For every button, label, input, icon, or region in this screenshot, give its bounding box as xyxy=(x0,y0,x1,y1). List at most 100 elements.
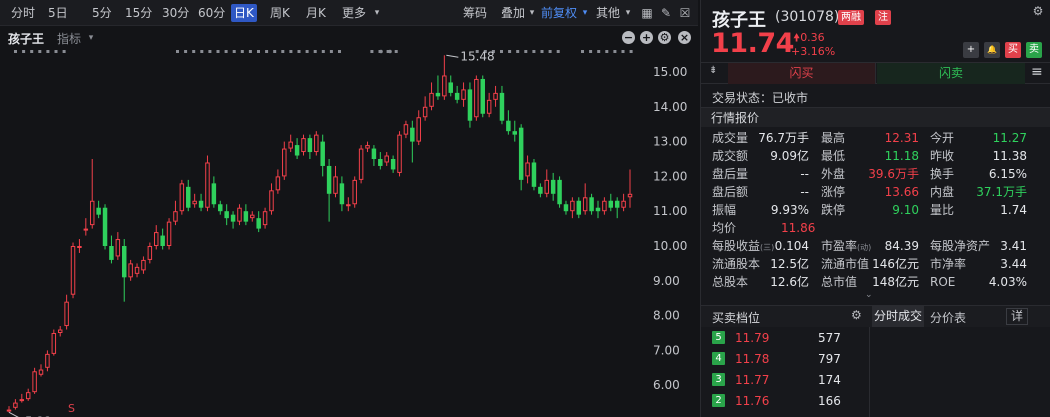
tab-time-trades[interactable]: 分时成交 xyxy=(872,306,924,327)
flash-buy-button[interactable]: 闪买 xyxy=(728,63,876,84)
candle-body-up xyxy=(442,75,447,97)
price-axis-label: 12.00 xyxy=(653,169,687,183)
zoom-in-icon[interactable]: + xyxy=(640,31,653,44)
event-dot xyxy=(257,50,260,53)
grid-icon[interactable]: ▦ xyxy=(640,6,654,20)
chevron-down-icon[interactable]: ▾ xyxy=(370,6,384,20)
candle-body-down xyxy=(307,138,313,153)
candle-body-up xyxy=(544,179,550,194)
candle-body-down xyxy=(448,82,453,93)
period-monthly-k[interactable]: 月K xyxy=(303,4,329,22)
bid-row[interactable]: 4 11.78 797 xyxy=(701,349,869,370)
alert-bell-button[interactable]: 🔔 xyxy=(984,42,1000,58)
candle-body-down xyxy=(218,204,223,212)
low-marker-line xyxy=(8,411,19,417)
overlay-button[interactable]: 叠加 xyxy=(498,4,528,22)
event-dot xyxy=(240,50,244,53)
bid-row[interactable]: 5 11.79 577 xyxy=(701,328,869,349)
expand-chevron-icon[interactable]: ⌄ xyxy=(865,290,873,300)
fundamental-note: (动) xyxy=(857,243,872,252)
indicator-dropdown[interactable]: 指标 xyxy=(57,30,81,47)
event-dot xyxy=(265,50,269,53)
quote-label: 最高 xyxy=(821,131,846,145)
bid-row[interactable]: 3 11.77 174 xyxy=(701,370,869,391)
fundamental-value: 0.104 xyxy=(774,239,809,253)
quote-value: 1.74 xyxy=(1000,203,1027,217)
period-5min[interactable]: 5分 xyxy=(89,4,115,22)
candle-body-down xyxy=(550,179,556,194)
add-watchlist-button[interactable]: + xyxy=(963,42,979,58)
period-daily-k[interactable]: 日K xyxy=(231,4,257,22)
price-axis-label: 9.00 xyxy=(653,274,680,288)
fundamental-value: 12.5亿 xyxy=(770,257,809,271)
event-dot xyxy=(46,50,50,53)
candle-body-up xyxy=(403,124,409,135)
sell-button[interactable]: 卖 xyxy=(1026,42,1042,58)
close-chart-icon[interactable]: × xyxy=(678,31,691,44)
period-30min[interactable]: 30分 xyxy=(159,4,192,22)
candle-body-down xyxy=(102,207,108,246)
period-5day[interactable]: 5日 xyxy=(45,4,71,22)
bid-row[interactable]: 2 11.76 166 xyxy=(701,391,869,412)
candlestick-chart[interactable]: 15.00 14.00 13.00 12.00 11.00 10.00 9.00 8.00 7.… xyxy=(0,46,698,417)
candle-body-down xyxy=(608,200,614,208)
candle-body-down xyxy=(211,183,217,205)
candle-body-up xyxy=(627,193,633,198)
collapse-icon[interactable]: ⇟ xyxy=(709,65,717,76)
bid-volume: 797 xyxy=(818,352,841,366)
chevron-down-icon[interactable]: ▾ xyxy=(621,6,635,20)
other-button[interactable]: 其他 xyxy=(593,4,623,22)
candle-body-down xyxy=(454,92,460,100)
candle-body-up xyxy=(602,200,607,212)
quote-title-label: 行情报价 xyxy=(711,111,760,125)
close-icon[interactable]: ☒ xyxy=(678,6,692,20)
candle-body-up xyxy=(365,145,370,149)
candle-body-down xyxy=(371,148,377,159)
period-more[interactable]: 更多 xyxy=(339,4,369,22)
event-dot xyxy=(313,50,317,53)
candle-body-down xyxy=(563,204,569,212)
candle-body-up xyxy=(525,162,530,177)
event-dot xyxy=(232,50,236,53)
candle-body-up xyxy=(6,409,12,412)
orderbook-title: 买卖档位 xyxy=(712,311,761,325)
gear-icon[interactable]: ⚙ xyxy=(1031,4,1045,18)
menu-icon[interactable]: ≡ xyxy=(1031,64,1043,80)
bid-price: 11.79 xyxy=(735,331,770,345)
price-axis-label: 13.00 xyxy=(653,135,687,149)
bid-volume: 577 xyxy=(818,331,841,345)
fundamental-note: (三) xyxy=(760,243,775,252)
gear-icon[interactable]: ⚙ xyxy=(851,308,862,322)
margin-tag[interactable]: 两融 xyxy=(838,10,864,25)
candle-body-down xyxy=(160,235,165,246)
zoom-out-icon[interactable]: − xyxy=(622,31,635,44)
candle-body-down xyxy=(518,127,524,180)
event-dot xyxy=(338,50,341,53)
chevron-down-icon[interactable]: ▾ xyxy=(578,6,592,20)
candle-body-up xyxy=(38,369,44,375)
fundamental-label: 市盈率(动) xyxy=(821,238,871,255)
flash-sell-button[interactable]: 闪卖 xyxy=(877,63,1025,84)
chevron-down-icon[interactable]: ▾ xyxy=(84,31,98,45)
price-axis-label: 7.00 xyxy=(653,343,680,357)
quote-value: 6.15% xyxy=(988,167,1027,181)
chips-button[interactable]: 筹码 xyxy=(460,4,490,22)
high-marker-line xyxy=(446,54,459,58)
chevron-down-icon[interactable]: ▾ xyxy=(525,6,539,20)
buy-button[interactable]: 买 xyxy=(1005,42,1021,58)
forward-adjust-button[interactable]: 前复权 xyxy=(538,4,580,22)
event-dot xyxy=(581,50,584,53)
period-minute[interactable]: 分时 xyxy=(8,4,38,22)
period-weekly-k[interactable]: 周K xyxy=(267,4,293,22)
settings-icon[interactable]: ⚙ xyxy=(658,31,671,44)
tab-price-table[interactable]: 分价表 xyxy=(930,309,966,326)
bid-price: 11.78 xyxy=(735,352,770,366)
fundamental-label-text: 市盈率 xyxy=(821,239,858,253)
period-60min[interactable]: 60分 xyxy=(195,4,228,22)
candle-body-down xyxy=(538,186,543,194)
note-tag[interactable]: 注 xyxy=(875,10,891,25)
draw-pen-icon[interactable]: ✎ xyxy=(659,6,673,20)
candle-body-down xyxy=(320,141,325,166)
detail-button[interactable]: 详 xyxy=(1006,308,1028,325)
period-15min[interactable]: 15分 xyxy=(122,4,155,22)
